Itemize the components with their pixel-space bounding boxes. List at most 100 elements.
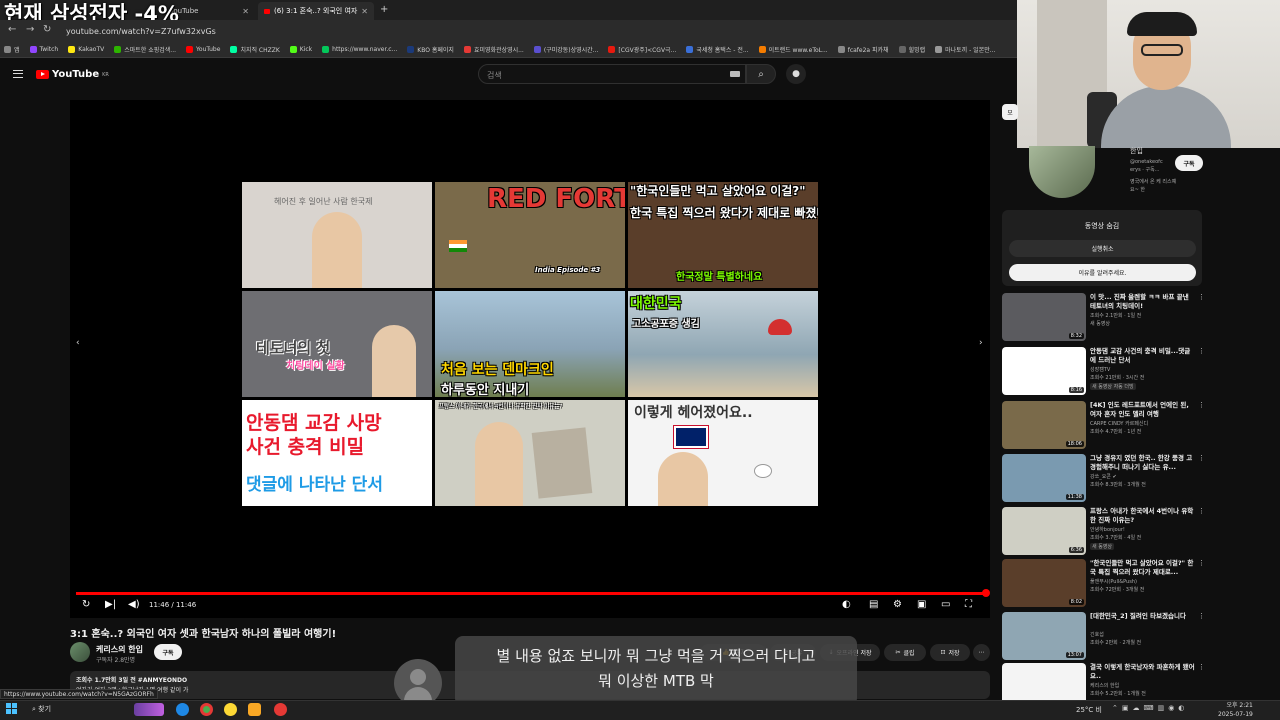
end-screen-video[interactable]: 처음 보는 덴마크인 하루동안 지내기 (435, 291, 625, 397)
more-vertical-icon[interactable]: ⋮ (1198, 293, 1205, 301)
bookmark-item[interactable]: Twitch (29, 46, 58, 53)
weather-widget[interactable]: 25°C 비 (1076, 705, 1102, 715)
more-vertical-icon[interactable]: ⋮ (1198, 507, 1205, 515)
app-icon[interactable] (224, 703, 237, 716)
youtube-logo[interactable]: YouTube KR (36, 69, 109, 80)
recommended-video[interactable]: 8:16 안동댐 교감 사건의 충격 비밀...댓글에 드러난 단서 성장캠TV 조회… (1002, 347, 1205, 397)
bookmark-item[interactable]: Kick (289, 46, 312, 53)
bookmark-item[interactable]: (구미강동)상영시간... (533, 45, 598, 54)
rec-channel[interactable]: 성장캠TV (1090, 366, 1110, 373)
subtitles-icon[interactable]: ▤ (869, 599, 878, 610)
end-screen-video[interactable]: 프랑스 아내가 한국에서 4번이나 유학한 진짜 이유는? (435, 400, 625, 506)
save-button[interactable]: ⊡ 저장 (930, 644, 970, 661)
bookmark-item[interactable]: 마나토끼 - 일본만... (935, 45, 995, 54)
promo-subscribe-button[interactable]: 구독 (1175, 155, 1203, 171)
bookmark-item[interactable]: 치지직 CHZZK (230, 45, 280, 54)
more-actions-button[interactable]: ⋯ (973, 644, 990, 661)
miniplayer-icon[interactable]: ▣ (917, 599, 926, 610)
progress-bar[interactable] (76, 592, 986, 595)
more-vertical-icon[interactable]: ⋮ (1198, 559, 1205, 567)
widgets-app-icon[interactable] (134, 703, 164, 716)
rec-title[interactable]: 이 맛... 진짜 울렌할 ㅋㅋ 바프 끝낸 테토녀의 치팅데이! (1090, 293, 1196, 311)
rec-thumbnail[interactable]: 11:38 (1002, 454, 1086, 502)
tell-us-why-button[interactable]: 이유를 알려주세요. (1009, 264, 1196, 281)
end-screen-video[interactable]: 테토녀의 첫 치팅데이 실황 (242, 291, 432, 397)
close-icon[interactable]: ✕ (361, 7, 368, 16)
promo-channel-name[interactable]: 한입 (1130, 146, 1143, 156)
bookmark-item[interactable]: 스마트한 쇼핑검색... (114, 45, 176, 54)
more-vertical-icon[interactable]: ⋮ (1198, 347, 1205, 355)
volume-icon[interactable]: ◀) (128, 599, 140, 610)
recording-app-icon[interactable] (274, 703, 287, 716)
rec-thumbnail[interactable]: 13:07 (1002, 612, 1086, 660)
rec-channel[interactable]: 케리스의 한입 (1090, 682, 1119, 689)
rec-thumbnail[interactable]: 8:02 (1002, 559, 1086, 607)
rec-title[interactable]: "한국인들만 먹고 살았어요 이걸?" 한국 특집 찍으러 왔다가 제대로... (1090, 559, 1196, 577)
settings-gear-icon[interactable]: ⚙ (893, 599, 902, 610)
forward-icon[interactable]: → (26, 24, 34, 35)
more-vertical-icon[interactable]: ⋮ (1198, 612, 1205, 620)
channel-promo-avatar[interactable] (1029, 146, 1095, 198)
fullscreen-icon[interactable]: ⛶ (965, 599, 972, 610)
bookmark-item[interactable]: KakaoTV (68, 46, 104, 53)
chevron-right-icon[interactable]: › (979, 338, 983, 348)
replay-icon[interactable]: ↻ (82, 599, 90, 610)
chrome-app-icon[interactable] (200, 703, 213, 716)
bookmark-item[interactable]: 효미영화관상영시... (463, 45, 524, 54)
reload-icon[interactable]: ↻ (43, 24, 51, 35)
chevron-left-icon[interactable]: ‹ (76, 338, 80, 348)
rec-title[interactable]: 그냥 경유지 였던 한국.. 한강 풍경 고 경험해주니 떠나기 싫다는 유..… (1090, 454, 1196, 472)
more-vertical-icon[interactable]: ⋮ (1198, 454, 1205, 462)
end-screen-video[interactable]: 헤어진 후 일어난 사람 한국제 (242, 182, 432, 288)
new-tab-icon[interactable]: + (380, 4, 388, 15)
subscribe-button[interactable]: 구독 (154, 644, 182, 660)
rec-thumbnail[interactable]: 8:16 (1002, 347, 1086, 395)
search-input[interactable]: 검색 (478, 64, 746, 84)
end-screen-video[interactable]: RED FORT India Episode #3 (435, 182, 625, 288)
bookmark-item[interactable]: 이트랜드 www.eToL... (758, 45, 828, 54)
scrubber-handle[interactable] (982, 589, 990, 597)
next-icon[interactable]: ▶| (105, 599, 116, 610)
url-field[interactable]: youtube.com/watch?v=Z7ufw32xvGs (66, 27, 216, 36)
bookmark-item[interactable]: YouTube (186, 46, 220, 53)
bookmark-item[interactable]: 힐밍랩 (898, 45, 925, 54)
rec-thumbnail[interactable]: 18:06 (1002, 401, 1086, 449)
browser-tab-active[interactable]: (6) 3:1 혼숙..? 외국인 여자 ✕ (258, 2, 374, 20)
undo-button[interactable]: 실행취소 (1009, 240, 1196, 257)
rec-channel[interactable]: CARPE CINDY 카르페신디 (1090, 420, 1148, 427)
rec-title[interactable]: [4K] 인도 레드포트에서 언에인 된, 여자 혼자 인도 델리 여행 (1090, 401, 1196, 419)
recommended-video[interactable]: 8:02 "한국인들만 먹고 살았어요 이걸?" 한국 특집 찍으러 왔다가 제대… (1002, 559, 1205, 609)
taskbar-clock[interactable]: 오후 2:21 2025-07-19 (1218, 701, 1253, 719)
recommended-video[interactable]: 11:38 그냥 경유지 였던 한국.. 한강 풍경 고 경험해주니 떠나기 싫다… (1002, 454, 1205, 504)
more-vertical-icon[interactable]: ⋮ (1198, 663, 1205, 671)
rec-title[interactable]: 결국 이렇게 한국남자와 파혼하게 됐어요.. (1090, 663, 1196, 681)
search-button[interactable]: ⌕ (746, 64, 776, 84)
bookmark-item[interactable]: https://www.naver.c... (322, 46, 397, 53)
theater-mode-icon[interactable]: ▭ (941, 599, 950, 610)
windows-start-icon[interactable] (6, 703, 18, 715)
rec-thumbnail[interactable]: 8:32 (1002, 293, 1086, 341)
channel-name[interactable]: 케리스의 한입 (96, 644, 143, 655)
file-explorer-icon[interactable] (248, 703, 261, 716)
recommended-video[interactable]: 8:32 이 맛... 진짜 울렌할 ㅋㅋ 바프 끝낸 테토녀의 치팅데이! 조회수… (1002, 293, 1205, 343)
rec-channel[interactable]: 강쏘_요콘 ✔ (1090, 473, 1117, 480)
recommended-video[interactable]: 13:07 [대한민국_2] 질려인 타보겠습니다 긴호섭 조회수 2만회 · 2개월… (1002, 612, 1205, 662)
bookmark-item[interactable]: 앱 (4, 45, 20, 54)
recommended-video[interactable]: 18:06 [4K] 인도 레드포트에서 언에인 된, 여자 혼자 인도 델리 여… (1002, 401, 1205, 451)
copilot-app-icon[interactable] (176, 703, 189, 716)
rec-channel[interactable]: 풀앤푸시(Pull&Push) (1090, 578, 1137, 585)
rec-title[interactable]: [대한민국_2] 질려인 타보겠습니다 (1090, 612, 1196, 621)
keyboard-icon[interactable] (730, 71, 740, 77)
voice-search-button[interactable]: ● (786, 64, 806, 84)
rec-channel[interactable]: 긴호섭 (1090, 631, 1104, 638)
end-screen-video[interactable]: "한국인들만 먹고 살았어요 이걸?" 한국 특집 찍으러 왔다가 제대로 빠졌… (628, 182, 818, 288)
channel-avatar[interactable] (70, 642, 90, 662)
back-icon[interactable]: ← (8, 24, 16, 35)
more-vertical-icon[interactable]: ⋮ (1198, 401, 1205, 409)
autoplay-toggle[interactable]: ◐ (842, 599, 851, 610)
system-tray-icons[interactable]: ⌃▣☁⌨▥◉◐ (1112, 704, 1188, 712)
clip-button[interactable]: ✂ 클립 (884, 644, 926, 661)
more-chip[interactable]: 모 (1002, 104, 1018, 120)
taskbar-search[interactable]: ⌕ 찾기 (32, 704, 51, 714)
bookmark-item[interactable]: fcafe2a 피카채 (837, 45, 889, 54)
